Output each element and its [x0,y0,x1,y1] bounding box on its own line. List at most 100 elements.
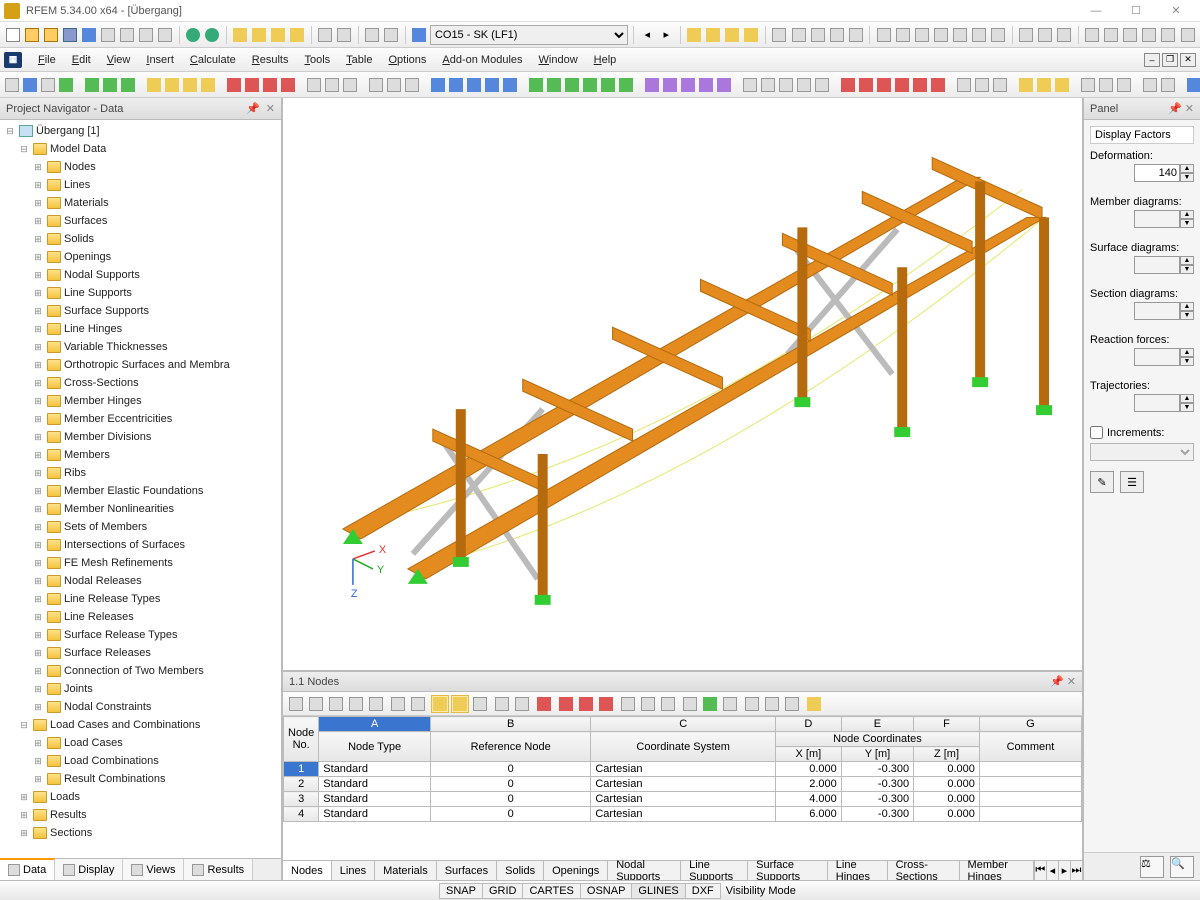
tb-icon[interactable] [582,76,598,94]
tb-icon[interactable] [251,26,268,44]
tb-icon[interactable] [760,76,776,94]
status-glines[interactable]: GLINES [631,883,685,899]
tb-icon[interactable] [200,76,216,94]
tree-item-line-supports[interactable]: ⊞Line Supports [0,284,281,302]
tree-item-line-hinges[interactable]: ⊞Line Hinges [0,320,281,338]
tb-icon[interactable] [466,76,482,94]
tree-item-intersections-of-surfaces[interactable]: ⊞Intersections of Surfaces [0,536,281,554]
nav-tab-data[interactable]: Data [0,858,55,880]
tb-icon[interactable] [951,26,968,44]
tb-icon[interactable] [600,76,616,94]
minimize-button[interactable]: — [1076,1,1116,21]
tb-icon[interactable] [970,26,987,44]
tb-icon[interactable] [430,76,446,94]
menu-help[interactable]: Help [586,51,625,69]
table-row[interactable]: 3Standard0Cartesian4.000-0.3000.000 [284,792,1082,807]
tb-icon[interactable] [535,695,553,713]
tb-icon[interactable] [783,695,801,713]
3d-viewport[interactable]: X Y Z [283,98,1082,672]
close-button[interactable]: ✕ [1156,1,1196,21]
increments-checkbox[interactable] [1090,426,1103,439]
tb-icon[interactable] [451,695,469,713]
tree-item-member-nonlinearities[interactable]: ⊞Member Nonlinearities [0,500,281,518]
tree-item-line-releases[interactable]: ⊞Line Releases [0,608,281,626]
status-cartes[interactable]: CARTES [522,883,580,899]
tb-icon[interactable] [484,76,500,94]
tb-icon[interactable] [639,695,657,713]
spin-up-button[interactable]: ▲ [1180,348,1194,357]
tree-item-ribs[interactable]: ⊞Ribs [0,464,281,482]
tb-icon[interactable] [289,26,306,44]
redo-button[interactable] [204,26,221,44]
tree-item-solids[interactable]: ⊞Solids [0,230,281,248]
tb-icon[interactable] [990,26,1007,44]
table-tab-surfaces[interactable]: Surfaces [437,861,497,880]
tb-icon[interactable] [742,76,758,94]
navigator-tree[interactable]: ⊟Übergang [1]⊟Model Data⊞Nodes⊞Lines⊞Mat… [0,120,281,858]
tb-icon[interactable] [809,26,826,44]
save-button[interactable] [61,26,78,44]
tree-item-results[interactable]: ⊞Results [0,806,281,824]
tb-icon[interactable] [164,76,180,94]
tb-icon[interactable] [597,695,615,713]
tree-item-sections[interactable]: ⊞Sections [0,824,281,842]
tb-icon[interactable] [796,76,812,94]
tb-icon[interactable] [137,26,154,44]
panel-foot-button[interactable]: 🔍 [1170,856,1194,878]
panel-list-button[interactable]: ☰ [1120,471,1144,493]
tb-icon[interactable] [992,76,1008,94]
table-tab-nodes[interactable]: Nodes [283,861,332,880]
tb-icon[interactable] [913,26,930,44]
status-grid[interactable]: GRID [482,883,524,899]
tb-icon[interactable] [287,695,305,713]
tree-item-fe-mesh-refinements[interactable]: ⊞FE Mesh Refinements [0,554,281,572]
tb-icon[interactable] [317,26,334,44]
tb-icon[interactable] [577,695,595,713]
mdi-minimize-button[interactable]: – [1144,53,1160,67]
col-x[interactable]: X [m] [775,747,841,762]
tb-icon[interactable] [875,26,892,44]
tree-item-members[interactable]: ⊞Members [0,446,281,464]
reaction-forces-input[interactable] [1134,348,1180,366]
tree-item-member-hinges[interactable]: ⊞Member Hinges [0,392,281,410]
table-tab-materials[interactable]: Materials [375,861,437,880]
tb-icon[interactable] [840,76,856,94]
tb-icon[interactable] [1160,76,1176,94]
status-osnap[interactable]: OSNAP [580,883,633,899]
tb-icon[interactable] [974,76,990,94]
spin-down-button[interactable]: ▼ [1180,173,1194,182]
tb-icon[interactable] [1036,76,1052,94]
tb-icon[interactable] [1037,26,1054,44]
tb-icon[interactable] [724,26,741,44]
tb-icon[interactable] [182,76,198,94]
tb-icon[interactable] [1080,76,1096,94]
tb-icon[interactable] [1098,76,1114,94]
tb-icon[interactable] [564,76,580,94]
spin-up-button[interactable]: ▲ [1180,210,1194,219]
tree-model-data[interactable]: ⊟Model Data [0,140,281,158]
tb-icon[interactable] [364,26,381,44]
table-tab-nodal-supports[interactable]: Nodal Supports [608,861,681,880]
tb-icon[interactable] [404,76,420,94]
tb-icon[interactable] [431,695,449,713]
tree-load-group[interactable]: ⊟Load Cases and Combinations [0,716,281,734]
tb-icon[interactable] [930,76,946,94]
tb-icon[interactable] [262,76,278,94]
pin-icon[interactable]: 📌 [246,102,260,115]
tree-item-orthotropic-surfaces-and-membra[interactable]: ⊞Orthotropic Surfaces and Membra [0,356,281,374]
tb-icon[interactable] [680,76,696,94]
table-nav-button[interactable]: ⏭ [1070,861,1082,880]
mdi-close-button[interactable]: ✕ [1180,53,1196,67]
spin-up-button[interactable]: ▲ [1180,394,1194,403]
increments-select[interactable] [1090,443,1194,461]
tb-icon[interactable] [502,76,518,94]
panel-edit-button[interactable]: ✎ [1090,471,1114,493]
tb-icon[interactable] [644,76,660,94]
col-letter[interactable]: D [775,717,841,732]
tree-item-member-elastic-foundations[interactable]: ⊞Member Elastic Foundations [0,482,281,500]
menu-calculate[interactable]: Calculate [182,51,244,69]
tb-icon[interactable] [956,76,972,94]
tb-icon[interactable] [80,26,97,44]
open-button[interactable] [23,26,40,44]
tb-icon[interactable] [778,76,794,94]
